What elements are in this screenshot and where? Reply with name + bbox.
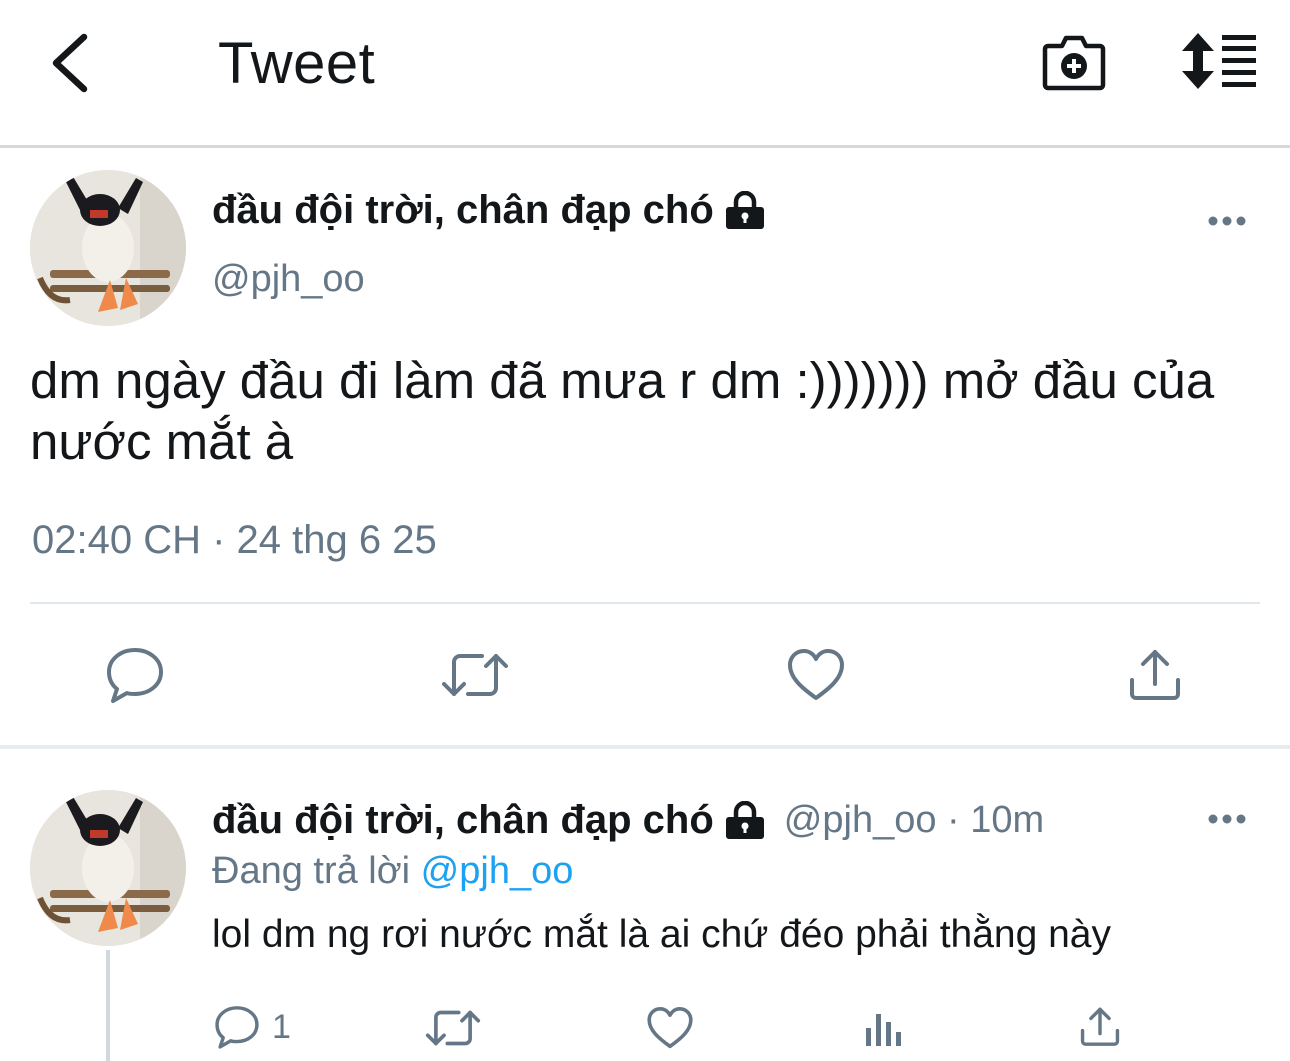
page-title: Tweet [218,31,376,96]
reply-share-button[interactable] [1078,1004,1122,1048]
tweet-text: dm ngày đầu đi làm đã mưa r dm :))))))) … [30,352,1215,470]
reply-like-button[interactable] [646,1006,694,1050]
heart-icon [647,1007,693,1049]
lock-icon [725,800,764,839]
like-button[interactable] [786,648,846,702]
author-name[interactable]: đầu đội trời, chân đạp chó [212,188,766,233]
sort-icon [1182,33,1256,89]
reply-author-name: đầu đội trời, chân đạp chó [212,798,714,842]
reply-text: lol dm ng rơi nước mắt là ai chứ đéo phả… [212,913,1111,956]
lock-icon [725,190,764,229]
tweet-timestamp[interactable]: 02:40 CH · 24 thg 6 25 [32,518,437,563]
reply-more-button[interactable] [1204,802,1250,836]
reply-count: 1 [272,1007,291,1046]
mention-link[interactable]: @pjh_oo [421,850,574,892]
share-icon [1080,1007,1120,1046]
camera-add-icon [1042,35,1106,91]
reply-button[interactable] [105,646,165,704]
thread-line [106,950,110,1061]
more-icon [1208,814,1246,824]
retweet-button[interactable] [440,648,510,702]
heart-icon [788,649,844,700]
replying-to: Đang trả lời @pjh_oo [212,850,573,893]
header-divider [0,145,1290,148]
analytics-icon [866,1014,901,1046]
replying-prefix: Đang trả lời [212,850,411,892]
reply-author[interactable]: đầu đội trời, chân đạp chó @pjh_oo · 10m [212,798,1044,843]
retweet-icon [425,1010,481,1046]
reply-reply-button[interactable]: 1 [214,1004,291,1050]
analytics-button[interactable] [864,1006,904,1048]
more-options-button[interactable] [1204,204,1250,238]
reply-avatar[interactable] [30,790,186,946]
sort-button[interactable] [1178,30,1258,92]
avatar[interactable] [30,170,186,326]
top-bar: Tweet [0,0,1290,146]
section-divider [0,745,1290,749]
camera-button[interactable] [1040,30,1108,94]
share-icon [1130,650,1180,700]
chevron-left-icon [52,33,88,93]
reply-icon [107,648,163,703]
reply-handle-time: @pjh_oo · 10m [783,799,1045,841]
back-button[interactable] [40,28,96,98]
author-handle[interactable]: @pjh_oo [212,258,365,301]
share-button[interactable] [1126,646,1184,702]
divider [30,602,1260,604]
reply-retweet-button[interactable] [424,1006,482,1050]
more-icon [1208,216,1246,226]
retweet-icon [442,654,508,696]
author-name-text: đầu đội trời, chân đạp chó [212,188,714,232]
reply-icon [215,1006,259,1049]
